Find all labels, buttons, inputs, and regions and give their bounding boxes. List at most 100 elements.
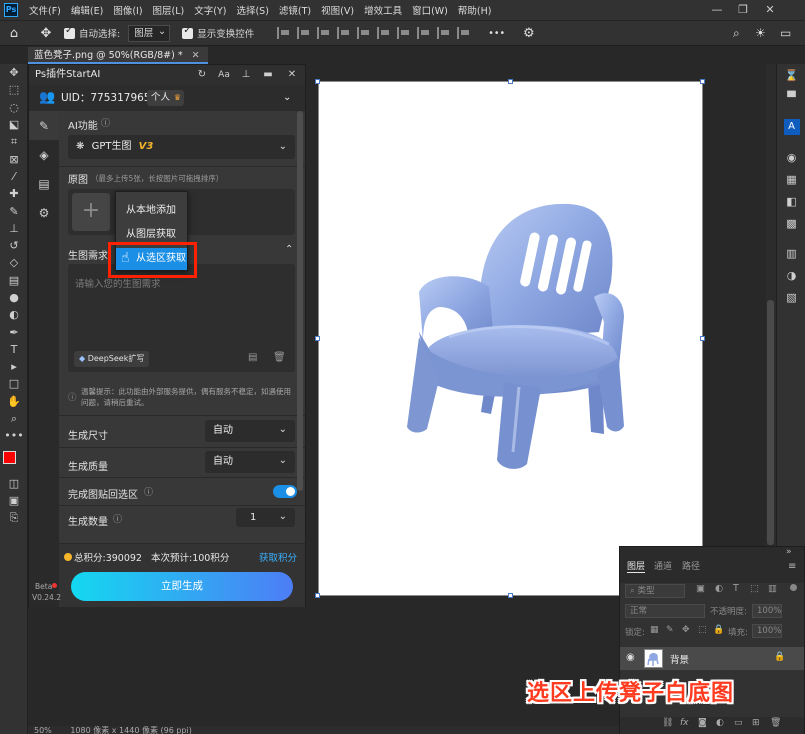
menu-layer[interactable]: 图层(L) — [148, 3, 190, 17]
menu-help[interactable]: 帮助(H) — [453, 3, 497, 17]
dodge-tool-icon[interactable]: ◐ — [0, 306, 28, 323]
transform-handle-tc[interactable] — [508, 79, 513, 84]
search-icon[interactable]: ⌕ — [733, 26, 740, 41]
document-tab[interactable]: 蓝色凳子.png @ 50%(RGB/8#) * ✕ — [28, 47, 208, 64]
menu-filter[interactable]: 滤镜(T) — [274, 3, 316, 17]
healing-brush-icon[interactable]: ✚ — [0, 185, 28, 202]
distribute-h-icon[interactable] — [417, 27, 431, 39]
zoom-tool-icon[interactable]: ⌕ — [0, 410, 28, 427]
edit-icon[interactable]: ✎ — [29, 111, 59, 140]
blend-mode-dropdown[interactable]: 正常 — [625, 604, 705, 618]
more-options-icon[interactable]: ••• — [488, 28, 505, 39]
lock-transparent-icon[interactable]: ▦ — [650, 625, 659, 635]
type-tool-icon[interactable]: T — [0, 341, 28, 358]
transform-handle-tl[interactable] — [315, 79, 320, 84]
lock-all-icon[interactable]: 🔒 — [713, 625, 724, 635]
lightbulb-icon[interactable]: ☀ — [755, 26, 766, 40]
menu-plugins[interactable]: 增效工具 — [359, 3, 407, 17]
gradient-tool-icon[interactable]: ▤ — [0, 272, 28, 289]
layer-row-background[interactable]: ◉ 背景 🔒 — [620, 647, 804, 670]
tab-channels[interactable]: 通道 — [654, 559, 672, 573]
get-points-link[interactable]: 获取积分 — [259, 550, 297, 564]
quick-mask-icon[interactable]: ◫ — [0, 475, 28, 492]
move-tool-icon[interactable]: ✥ — [0, 64, 28, 81]
link-layers-icon[interactable]: ⛓ — [662, 718, 673, 728]
trash-icon[interactable]: 🗑 — [273, 352, 286, 363]
show-transform-checkbox[interactable] — [182, 25, 194, 39]
filter-pixel-icon[interactable]: ▣ — [696, 583, 705, 594]
document-canvas[interactable] — [318, 81, 703, 596]
share-icon[interactable]: ⎘ — [0, 509, 28, 526]
gradients-panel-icon[interactable]: ◧ — [777, 190, 805, 212]
marquee-tool-icon[interactable]: ⬚ — [0, 81, 28, 98]
transform-handle-tr[interactable] — [700, 79, 705, 84]
transform-handle-bl[interactable] — [315, 593, 320, 598]
eyedropper-tool-icon[interactable]: ⁄ — [0, 168, 28, 185]
brush-tool-icon[interactable]: ✎ — [0, 202, 28, 219]
distribute-spacing-icon[interactable] — [457, 27, 471, 39]
adjustments-panel-icon[interactable]: ◑ — [777, 264, 805, 286]
gear-icon[interactable]: ⚙ — [523, 26, 535, 41]
distribute-v-icon[interactable] — [437, 27, 451, 39]
color-swatches[interactable] — [0, 445, 28, 475]
size-dropdown[interactable]: 自动 ⌄ — [205, 420, 295, 442]
info-icon[interactable]: ⓘ — [144, 485, 153, 498]
home-icon[interactable]: ⌂ — [0, 26, 28, 41]
transform-handle-ml[interactable] — [315, 336, 320, 341]
menu-image[interactable]: 图像(I) — [108, 3, 147, 17]
new-layer-icon[interactable]: ⊞ — [752, 718, 760, 728]
object-select-tool-icon[interactable]: ⬕ — [0, 116, 28, 133]
generate-button[interactable]: 立即生成 — [71, 572, 293, 601]
filter-adjust-icon[interactable]: ◐ — [715, 583, 723, 594]
info-icon[interactable]: ⓘ — [101, 116, 110, 129]
comments-panel-icon[interactable]: ▀ — [777, 86, 805, 108]
history-brush-icon[interactable]: ↺ — [0, 237, 28, 254]
minimize-panel-icon[interactable]: ▬ — [259, 65, 277, 85]
menu-file[interactable]: 文件(F) — [24, 3, 66, 17]
fx-icon[interactable]: fx — [680, 718, 689, 728]
color-panel-icon[interactable]: ◉ — [777, 146, 805, 168]
filter-smart-icon[interactable]: ▥ — [768, 583, 777, 594]
menu-window[interactable]: 窗口(W) — [407, 3, 453, 17]
filter-toggle[interactable] — [790, 584, 797, 591]
history-panel-icon[interactable]: ⌛ — [777, 64, 805, 86]
chevron-up-icon[interactable]: ⌃ — [285, 244, 293, 255]
workspace-icon[interactable]: ▭ — [780, 26, 791, 40]
history-list-icon[interactable]: ▤ — [248, 352, 257, 363]
properties-panel-icon[interactable]: ▥ — [777, 242, 805, 264]
align-top-icon[interactable] — [337, 27, 351, 39]
auto-select-dropdown[interactable]: 图层 — [128, 24, 171, 42]
align-center-icon[interactable] — [297, 27, 311, 39]
layers-stack-icon[interactable]: ◈ — [29, 140, 59, 169]
lasso-tool-icon[interactable]: ◌ — [0, 99, 28, 116]
eraser-tool-icon[interactable]: ◇ — [0, 254, 28, 271]
refresh-icon[interactable]: ↻ — [193, 65, 211, 85]
align-left-icon[interactable] — [277, 27, 291, 39]
chevron-down-icon[interactable]: ⌄ — [283, 85, 291, 111]
align-middle-icon[interactable] — [357, 27, 371, 39]
menu-type[interactable]: 文字(Y) — [189, 3, 231, 17]
lock-position-icon[interactable]: ✥ — [682, 625, 690, 635]
close-panel-icon[interactable]: ✕ — [283, 65, 301, 85]
canvas-scrollbar-thumb[interactable] — [767, 300, 774, 545]
account-badge[interactable]: 个人 ♛ — [147, 90, 185, 106]
tab-paths[interactable]: 路径 — [682, 559, 700, 573]
plugin-panel-icon[interactable]: A — [777, 116, 805, 138]
foreground-color-swatch[interactable] — [3, 450, 16, 464]
align-right-icon[interactable] — [317, 27, 331, 39]
maximize-button[interactable]: ❐ — [730, 0, 756, 20]
tab-layers[interactable]: 图层 — [627, 559, 646, 573]
libraries-panel-icon[interactable]: ▧ — [777, 286, 805, 308]
menu-add-from-local[interactable]: 从本地添加 — [116, 200, 187, 222]
frame-tool-icon[interactable]: ⊠ — [0, 150, 28, 167]
patterns-panel-icon[interactable]: ▩ — [777, 212, 805, 234]
delete-layer-icon[interactable]: 🗑 — [770, 718, 781, 728]
crop-tool-icon[interactable]: ⌗ — [0, 133, 28, 150]
fill-input[interactable]: 100% — [752, 624, 782, 638]
add-image-button[interactable]: + — [72, 193, 110, 231]
font-size-icon[interactable]: Aa — [215, 65, 233, 85]
requirement-textarea[interactable]: 请输入您的生图需求 ◆ DeepSeek扩写 ▤ 🗑 — [68, 264, 295, 372]
model-dropdown[interactable]: ❋ GPT生图 V3 ⌄ — [68, 135, 295, 159]
group-folder-icon[interactable]: ▭ — [734, 718, 743, 728]
paste-back-toggle[interactable] — [273, 485, 297, 498]
